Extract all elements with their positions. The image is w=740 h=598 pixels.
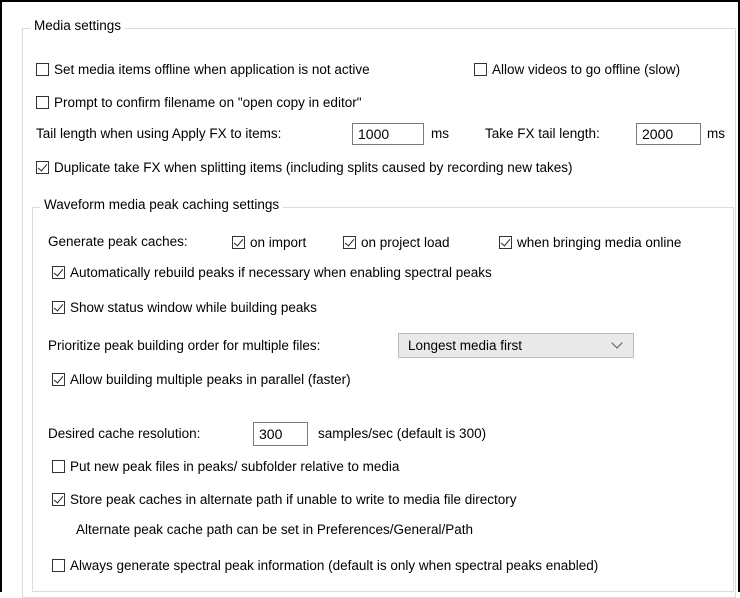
alternate-path-row[interactable]: Store peak caches in alternate path if u… (52, 489, 517, 509)
prioritize-selected-value: Longest media first (408, 338, 523, 353)
on-import-row[interactable]: on import (232, 232, 306, 252)
on-project-load-row[interactable]: on project load (343, 232, 450, 252)
when-online-row[interactable]: when bringing media online (499, 232, 681, 252)
tail-length-unit: ms (431, 126, 449, 141)
take-fx-tail-unit: ms (707, 126, 725, 141)
cache-resolution-input[interactable]: 300 (253, 422, 308, 446)
take-fx-tail-label: Take FX tail length: (485, 126, 600, 141)
cache-resolution-label: Desired cache resolution: (48, 426, 201, 441)
always-spectral-label: Always generate spectral peak informatio… (70, 557, 599, 573)
parallel-row[interactable]: Allow building multiple peaks in paralle… (52, 369, 351, 389)
always-spectral-row[interactable]: Always generate spectral peak informatio… (52, 555, 598, 575)
alternate-path-checkbox[interactable] (52, 492, 65, 506)
allow-videos-offline-row[interactable]: Allow videos to go offline (slow) (474, 59, 680, 79)
when-online-checkbox[interactable] (499, 235, 512, 249)
prompt-confirm-checkbox[interactable] (36, 95, 49, 109)
show-status-row[interactable]: Show status window while building peaks (52, 297, 317, 317)
subfolder-row[interactable]: Put new peak files in peaks/ subfolder r… (52, 456, 399, 476)
duplicate-take-fx-row[interactable]: Duplicate take FX when splitting items (… (36, 157, 573, 177)
subfolder-label: Put new peak files in peaks/ subfolder r… (70, 458, 400, 474)
subfolder-checkbox[interactable] (52, 459, 65, 473)
auto-rebuild-label: Automatically rebuild peaks if necessary… (70, 264, 492, 280)
alternate-path-label: Store peak caches in alternate path if u… (70, 491, 517, 507)
parallel-checkbox[interactable] (52, 372, 65, 386)
auto-rebuild-row[interactable]: Automatically rebuild peaks if necessary… (52, 262, 492, 282)
prioritize-select[interactable]: Longest media first (398, 333, 634, 358)
on-import-label: on import (250, 234, 307, 250)
alternate-path-note: Alternate peak cache path can be set in … (76, 522, 473, 537)
tail-length-label: Tail length when using Apply FX to items… (36, 126, 282, 141)
generate-peak-caches-label: Generate peak caches: (48, 234, 188, 249)
always-spectral-checkbox[interactable] (52, 558, 65, 572)
tail-length-input[interactable]: 1000 (352, 123, 424, 145)
media-settings-title: Media settings (30, 18, 126, 33)
offline-inactive-checkbox[interactable] (36, 62, 49, 76)
duplicate-take-fx-checkbox[interactable] (36, 160, 49, 174)
show-status-checkbox[interactable] (52, 300, 65, 314)
parallel-label: Allow building multiple peaks in paralle… (70, 371, 351, 387)
take-fx-tail-input[interactable]: 2000 (636, 123, 701, 145)
prompt-confirm-row[interactable]: Prompt to confirm filename on "open copy… (36, 92, 362, 112)
allow-videos-offline-checkbox[interactable] (474, 62, 487, 76)
on-project-load-label: on project load (361, 234, 450, 250)
window-border-top (0, 0, 740, 2)
allow-videos-offline-label: Allow videos to go offline (slow) (492, 61, 681, 77)
cache-resolution-unit: samples/sec (default is 300) (318, 426, 487, 441)
duplicate-take-fx-label: Duplicate take FX when splitting items (… (54, 159, 573, 175)
peak-caching-title: Waveform media peak caching settings (40, 197, 284, 212)
chevron-down-icon (611, 337, 623, 349)
on-import-checkbox[interactable] (232, 235, 245, 249)
offline-inactive-row[interactable]: Set media items offline when application… (36, 59, 370, 79)
on-project-load-checkbox[interactable] (343, 235, 356, 249)
prompt-confirm-label: Prompt to confirm filename on "open copy… (54, 94, 362, 110)
offline-inactive-label: Set media items offline when application… (54, 61, 370, 77)
prioritize-label: Prioritize peak building order for multi… (48, 338, 321, 353)
window-border-left (0, 0, 2, 592)
when-online-label: when bringing media online (517, 234, 682, 250)
auto-rebuild-checkbox[interactable] (52, 265, 65, 279)
show-status-label: Show status window while building peaks (70, 299, 317, 315)
